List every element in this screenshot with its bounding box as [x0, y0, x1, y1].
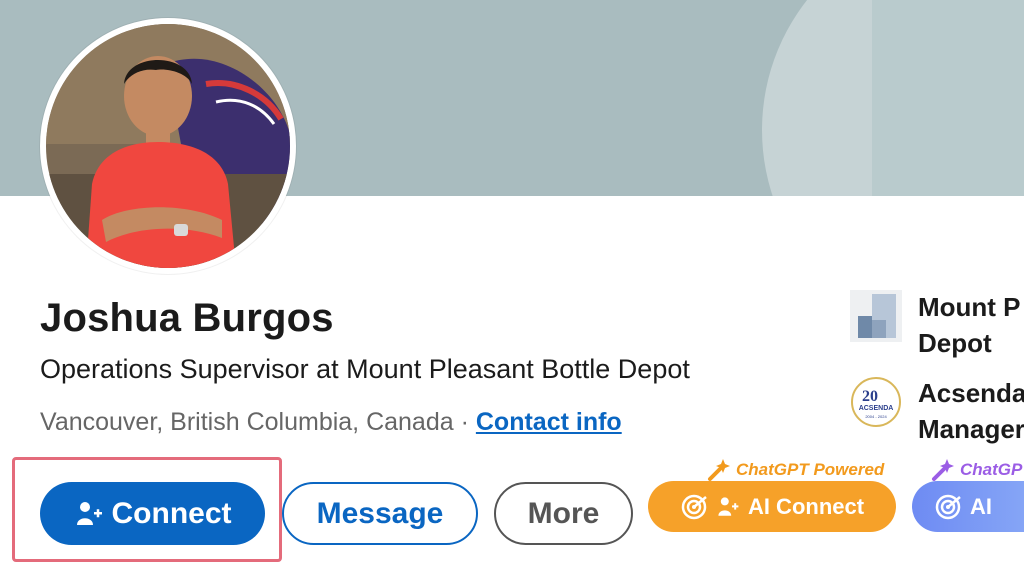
connect-button[interactable]: Connect	[40, 482, 265, 545]
ai-connect-button[interactable]: AI Connect	[648, 481, 896, 532]
chatgpt-tag-label-2: ChatGP	[960, 460, 1023, 479]
ai-button[interactable]: AI	[912, 481, 1024, 532]
message-button[interactable]: Message	[282, 482, 478, 545]
experience-school-line2: Manager	[918, 414, 1024, 444]
chatgpt-powered-badge: ChatGPT Powered	[706, 457, 884, 483]
target-icon	[935, 494, 961, 519]
banner-decoration-strip	[872, 0, 1024, 196]
profile-headline: Operations Supervisor at Mount Pleasant …	[40, 354, 690, 384]
company-logo-icon	[850, 290, 902, 342]
profile-name: Joshua Burgos	[40, 296, 334, 340]
avatar-photo	[46, 24, 290, 268]
profile-location: Vancouver, British Columbia, Canada	[40, 408, 454, 436]
school-logo-years: 2004 - 2024	[865, 414, 887, 419]
ai-connect-label: AI Connect	[747, 493, 865, 519]
school-logo-number: 20	[862, 388, 878, 405]
sparkle-icon	[932, 459, 954, 481]
add-person-icon	[718, 496, 739, 516]
target-icon	[681, 494, 707, 519]
more-button[interactable]: More	[494, 482, 633, 545]
more-label: More	[527, 496, 600, 530]
chatgpt-powered-badge-2: ChatGP	[930, 457, 1022, 483]
add-person-icon	[76, 501, 102, 525]
profile-avatar[interactable]	[40, 18, 296, 274]
experience-school-line1: Acsenda	[918, 378, 1024, 408]
separator-dot: ·	[453, 408, 476, 436]
experience-company-line1: Mount P	[918, 292, 1021, 322]
ai-button-label: AI	[970, 493, 992, 519]
sparkle-icon	[708, 459, 730, 481]
contact-info-link[interactable]: Contact info	[476, 408, 622, 436]
school-logo-name: ACSENDA	[859, 405, 894, 412]
location-row: Vancouver, British Columbia, Canada · Co…	[40, 408, 622, 437]
experience-company-line2: Depot	[918, 328, 992, 358]
message-label: Message	[316, 496, 444, 530]
chatgpt-tag-label: ChatGPT Powered	[736, 460, 885, 479]
connect-label: Connect	[111, 496, 232, 530]
school-logo-icon: 20 ACSENDA 2004 - 2024	[850, 376, 902, 428]
